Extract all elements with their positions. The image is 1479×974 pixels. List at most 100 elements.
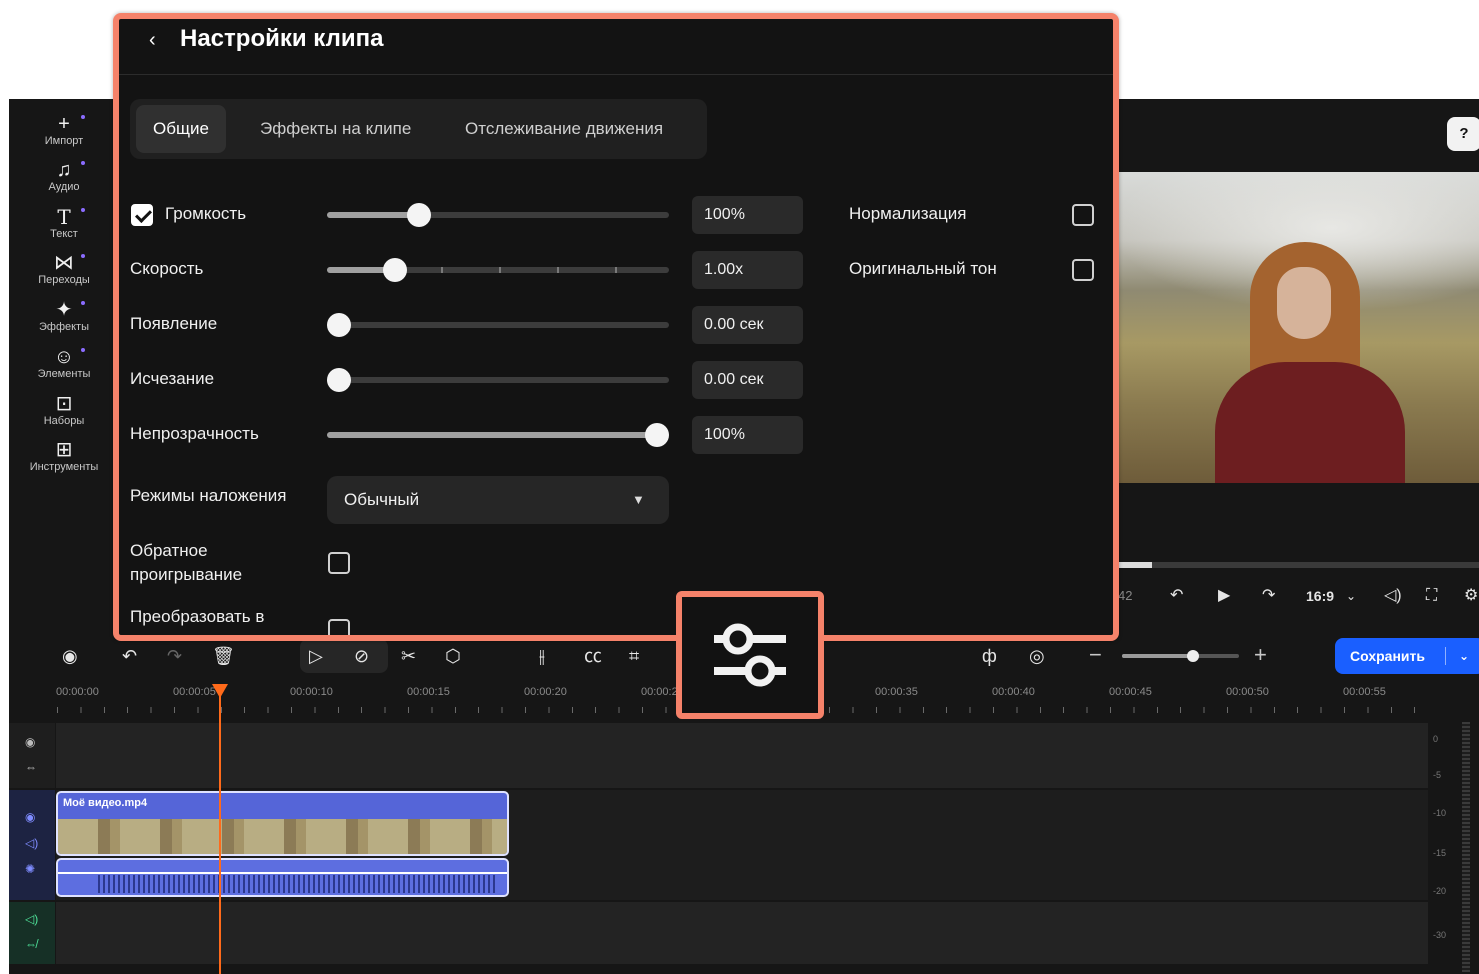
settings-gear-icon[interactable]: ⚙ (1464, 583, 1478, 609)
captions-icon[interactable]: ㏄ (584, 645, 602, 667)
left-sidebar: + Импорт ♫ Аудио T Текст ⋈ Переходы ✦ Эф… (9, 99, 119, 629)
eye-icon[interactable]: ◉ (25, 810, 35, 824)
audio-track[interactable] (56, 902, 1428, 964)
dialog-title: Настройки клипа (180, 25, 384, 52)
unlink-icon[interactable]: ⇎ (25, 937, 37, 951)
convert-checkbox[interactable] (328, 619, 350, 635)
volume-icon[interactable]: ◁) (25, 912, 38, 926)
ruler-label: 00:00:35 (875, 686, 918, 698)
sidebar-item-label: Элементы (37, 368, 91, 380)
select-arrow-icon[interactable]: ▷ (309, 645, 323, 667)
speed-slider-knob[interactable] (383, 258, 407, 282)
playback-progress[interactable] (1110, 562, 1479, 568)
audio-clip[interactable] (56, 858, 509, 897)
volume-icon[interactable]: ◁) (25, 836, 38, 850)
meter-label: -15 (1433, 848, 1447, 858)
speed-slider[interactable] (327, 258, 669, 282)
ruler-label: 00:00:10 (290, 686, 333, 698)
tab-general[interactable]: Общие (136, 105, 226, 153)
crop-icon[interactable]: ⌗ (629, 645, 639, 667)
blend-mode-label: Режимы наложения (130, 486, 287, 505)
volume-slider[interactable] (327, 203, 669, 227)
fade-out-slider-knob[interactable] (327, 368, 351, 392)
convert-label: Преобразовать в (130, 607, 265, 626)
trash-icon[interactable]: 🗑 (212, 645, 235, 667)
volume-value-field[interactable]: 100% (692, 196, 803, 234)
playhead[interactable] (219, 687, 221, 974)
tab-motion-tracking[interactable]: Отслеживание движения (448, 105, 680, 153)
speed-value-field[interactable]: 1.00x (692, 251, 803, 289)
fade-out-slider[interactable] (327, 368, 669, 392)
blend-mode-select[interactable]: Обычный ▼ (327, 476, 669, 524)
marker-icon[interactable]: ⬡ (445, 645, 461, 667)
volume-slider-knob[interactable] (407, 203, 431, 227)
fade-out-value-field[interactable]: 0.00 сек (692, 361, 803, 399)
opacity-slider-fill (327, 432, 657, 438)
reverse-checkbox[interactable] (328, 552, 350, 574)
save-button[interactable]: Сохранить ⌄ (1335, 638, 1479, 674)
save-button-label: Сохранить (1350, 648, 1425, 664)
normalize-checkbox[interactable] (1072, 204, 1094, 226)
record-icon[interactable]: ◉ (62, 645, 78, 667)
clip-name: Моё видео.mp4 (63, 797, 148, 809)
undo-step-icon[interactable]: ↶ (1170, 583, 1183, 609)
sidebar-item-tools[interactable]: ⊞ Инструменты (9, 439, 119, 473)
sidebar-item-effects[interactable]: ✦ Эффекты (9, 299, 119, 333)
tab-clip-effects[interactable]: Эффекты на клипе (243, 105, 428, 153)
clip-settings-button-callout[interactable] (676, 591, 824, 719)
redo-step-icon[interactable]: ↷ (1262, 583, 1275, 609)
meter-label: -20 (1433, 886, 1447, 896)
overlay-track[interactable] (56, 723, 1428, 788)
reverse-label-line2: проигрывание (130, 565, 243, 584)
sidebar-item-elements[interactable]: ☺ Элементы (9, 346, 119, 380)
video-preview[interactable] (1110, 172, 1479, 483)
back-chevron-icon[interactable]: ‹ (149, 29, 156, 52)
audio-volume-line[interactable] (58, 872, 507, 874)
volume-label: Громкость (165, 204, 247, 223)
audio-detach-icon[interactable]: ф (982, 645, 997, 667)
color-palette-icon[interactable]: ◎ (1029, 645, 1045, 667)
zoom-out-icon[interactable]: − (1089, 642, 1102, 668)
video-clip[interactable]: Моё видео.mp4 (56, 791, 509, 856)
zoom-in-icon[interactable]: + (1254, 642, 1267, 668)
opacity-slider[interactable] (327, 423, 669, 447)
ruler-label: 00:00:00 (56, 686, 99, 698)
tools-grid-icon: ⊞ (55, 439, 73, 461)
link-icon[interactable]: ⇔ (25, 760, 37, 774)
sidebar-item-import[interactable]: + Импорт (9, 113, 119, 147)
scissors-icon[interactable]: ✂ (401, 645, 416, 667)
sidebar-item-audio[interactable]: ♫ Аудио (9, 159, 119, 193)
aspect-ratio-select[interactable]: 16:9 (1306, 583, 1334, 609)
split-audio-icon[interactable]: ⫲ (539, 645, 545, 667)
sidebar-item-label: Наборы (43, 415, 85, 427)
volume-checkbox[interactable] (131, 204, 153, 226)
sidebar-item-packs[interactable]: ⊡ Наборы (9, 393, 119, 427)
ripple-icon[interactable]: ⊘ (354, 645, 369, 667)
opacity-slider-knob[interactable] (645, 423, 669, 447)
help-button[interactable]: ? (1447, 117, 1479, 151)
playhead-handle[interactable] (212, 684, 228, 698)
eye-icon[interactable]: ◉ (25, 735, 35, 749)
fade-in-slider-knob[interactable] (327, 313, 351, 337)
chevron-down-icon[interactable]: ⌄ (1346, 583, 1356, 609)
music-note-icon: ♫ (9, 159, 119, 181)
chevron-down-icon[interactable]: ⌄ (1459, 638, 1469, 674)
redo-icon[interactable]: ↷ (167, 645, 182, 667)
fullscreen-icon[interactable]: ⛶ (1426, 583, 1437, 609)
meter-bar (1462, 722, 1470, 972)
ruler-label: 00:00:40 (992, 686, 1035, 698)
clip-settings-sliders-icon (714, 623, 786, 687)
opacity-value-field[interactable]: 100% (692, 416, 803, 454)
sidebar-item-text[interactable]: T Текст (9, 206, 119, 240)
current-time: 42 (1118, 588, 1133, 603)
zoom-slider-knob[interactable] (1187, 650, 1199, 662)
sidebar-item-transitions[interactable]: ⋈ Переходы (9, 252, 119, 286)
play-icon[interactable]: ▶ (1218, 583, 1230, 609)
meter-label: 0 (1433, 734, 1439, 744)
fade-in-value-field[interactable]: 0.00 сек (692, 306, 803, 344)
undo-icon[interactable]: ↶ (122, 645, 137, 667)
original-pitch-checkbox[interactable] (1072, 259, 1094, 281)
volume-icon[interactable]: ◁) (1384, 583, 1402, 609)
fade-in-slider[interactable] (327, 313, 669, 337)
audio-effect-icon[interactable]: ✺ (25, 862, 35, 876)
